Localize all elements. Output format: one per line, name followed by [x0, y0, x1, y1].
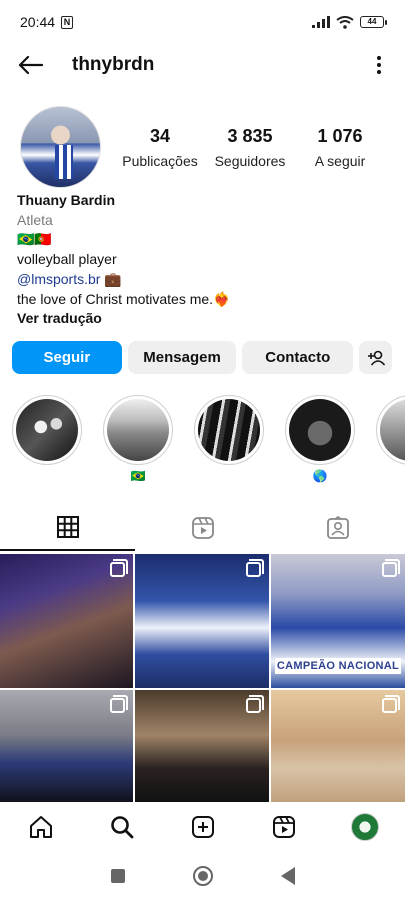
- highlight-item[interactable]: [194, 395, 264, 490]
- highlight-item[interactable]: [12, 395, 82, 490]
- stat-value: 34: [149, 125, 171, 146]
- bio-line: volleyball player: [17, 251, 117, 268]
- profile-actions: Seguir Mensagem Contacto: [12, 341, 392, 374]
- carousel-icon: [246, 695, 264, 713]
- highlight-item[interactable]: 🇧🇷: [103, 395, 173, 490]
- stat-value: 3 835: [227, 125, 273, 146]
- story-highlights: 🇧🇷 🌎: [12, 395, 405, 490]
- carousel-icon: [110, 559, 128, 577]
- status-time: 20:44: [20, 14, 56, 30]
- highlight-item[interactable]: 🌎: [285, 395, 355, 490]
- battery-icon: 44: [360, 16, 387, 28]
- nfc-icon: N: [61, 15, 74, 29]
- highlight-label: [12, 469, 82, 485]
- posts-grid: CAMPEÃO NACIONAL: [0, 554, 405, 802]
- highlight-item[interactable]: [376, 395, 405, 490]
- follow-button[interactable]: Seguir: [12, 341, 122, 374]
- reels-icon: [272, 816, 295, 838]
- recent-apps-button[interactable]: [110, 869, 125, 883]
- stat-followers[interactable]: 3 835 Seguidores: [205, 126, 295, 169]
- profile-username: thnybrdn: [72, 54, 155, 75]
- profile-bio: Thuany Bardin Atleta 🇧🇷🇵🇹 volleyball pla…: [17, 191, 387, 329]
- bottom-navigation: [0, 802, 405, 852]
- own-profile-avatar: [350, 813, 379, 841]
- profile-tabs: [0, 505, 405, 551]
- tab-tagged[interactable]: [270, 505, 405, 551]
- home-button[interactable]: [192, 866, 213, 886]
- arrow-left-icon: [18, 55, 43, 75]
- bio-mention-link[interactable]: @lmsports.br: [17, 271, 100, 287]
- plus-square-icon: [191, 816, 214, 838]
- briefcase-emoji: 💼: [100, 270, 122, 287]
- post-thumbnail[interactable]: [135, 554, 269, 688]
- tab-posts-grid[interactable]: [0, 505, 135, 551]
- post-thumbnail[interactable]: [135, 690, 269, 802]
- nav-reels[interactable]: [264, 807, 304, 847]
- stat-posts[interactable]: 34 Publicações: [115, 126, 205, 169]
- post-thumbnail[interactable]: [0, 690, 133, 802]
- wifi-icon: [336, 15, 354, 29]
- nav-search[interactable]: [102, 807, 142, 847]
- highlight-cover: [198, 399, 260, 461]
- stat-value: 1 076: [317, 125, 363, 146]
- carousel-icon: [382, 695, 400, 713]
- bio-link-line: @lmsports.br 💼: [17, 270, 387, 290]
- nav-create[interactable]: [183, 807, 223, 847]
- system-navigation: [0, 852, 405, 900]
- highlight-label: 🇧🇷: [130, 469, 146, 483]
- post-thumbnail[interactable]: [0, 554, 133, 688]
- highlight-cover: [107, 399, 169, 461]
- highlight-cover: [289, 399, 351, 461]
- back-triangle-button[interactable]: [280, 867, 295, 885]
- tagged-icon: [326, 516, 349, 539]
- reels-icon: [191, 517, 214, 539]
- tab-reels[interactable]: [135, 505, 270, 551]
- nav-profile[interactable]: [345, 807, 385, 847]
- highlight-label: [376, 469, 405, 485]
- message-button[interactable]: Mensagem: [127, 341, 237, 374]
- post-thumbnail[interactable]: CAMPEÃO NACIONAL: [271, 554, 405, 688]
- bio-flags: 🇧🇷🇵🇹: [17, 231, 52, 248]
- stat-label: Publicações: [122, 152, 198, 169]
- post-banner-text: CAMPEÃO NACIONAL: [275, 658, 401, 674]
- carousel-icon: [110, 695, 128, 713]
- highlight-label: 🌎: [312, 469, 328, 483]
- highlight-cover: [16, 399, 78, 461]
- nav-home[interactable]: [21, 807, 61, 847]
- carousel-icon: [246, 559, 264, 577]
- back-button[interactable]: [14, 49, 46, 81]
- battery-level: 44: [360, 16, 384, 28]
- profile-stats: 34 Publicações 3 835 Seguidores 1 076 A …: [115, 126, 385, 169]
- add-user-icon: [367, 350, 385, 366]
- contact-button[interactable]: Contacto: [242, 341, 354, 374]
- bio-line: the love of Christ motivates me.❤️‍🔥: [17, 290, 231, 307]
- profile-header: thnybrdn: [0, 44, 405, 86]
- carousel-icon: [382, 559, 400, 577]
- signal-icon: [312, 16, 330, 28]
- post-thumbnail[interactable]: [271, 690, 405, 802]
- profile-category: Atleta: [17, 211, 53, 228]
- profile-summary: 34 Publicações 3 835 Seguidores 1 076 A …: [20, 104, 385, 190]
- see-translation-link[interactable]: Ver tradução: [17, 309, 387, 329]
- profile-name: Thuany Bardin: [17, 192, 116, 208]
- more-vertical-icon: [377, 56, 381, 74]
- search-icon: [110, 816, 133, 839]
- stat-following[interactable]: 1 076 A seguir: [295, 126, 385, 169]
- home-icon: [29, 816, 52, 838]
- avatar[interactable]: [20, 106, 101, 188]
- status-bar: 20:44 N 44: [0, 0, 405, 44]
- highlight-label: [194, 469, 264, 485]
- stat-label: Seguidores: [214, 152, 286, 169]
- highlight-cover: [380, 399, 405, 461]
- grid-icon: [56, 516, 79, 538]
- suggested-users-button[interactable]: [359, 341, 392, 374]
- stat-label: A seguir: [314, 152, 366, 169]
- more-options-button[interactable]: [367, 49, 391, 81]
